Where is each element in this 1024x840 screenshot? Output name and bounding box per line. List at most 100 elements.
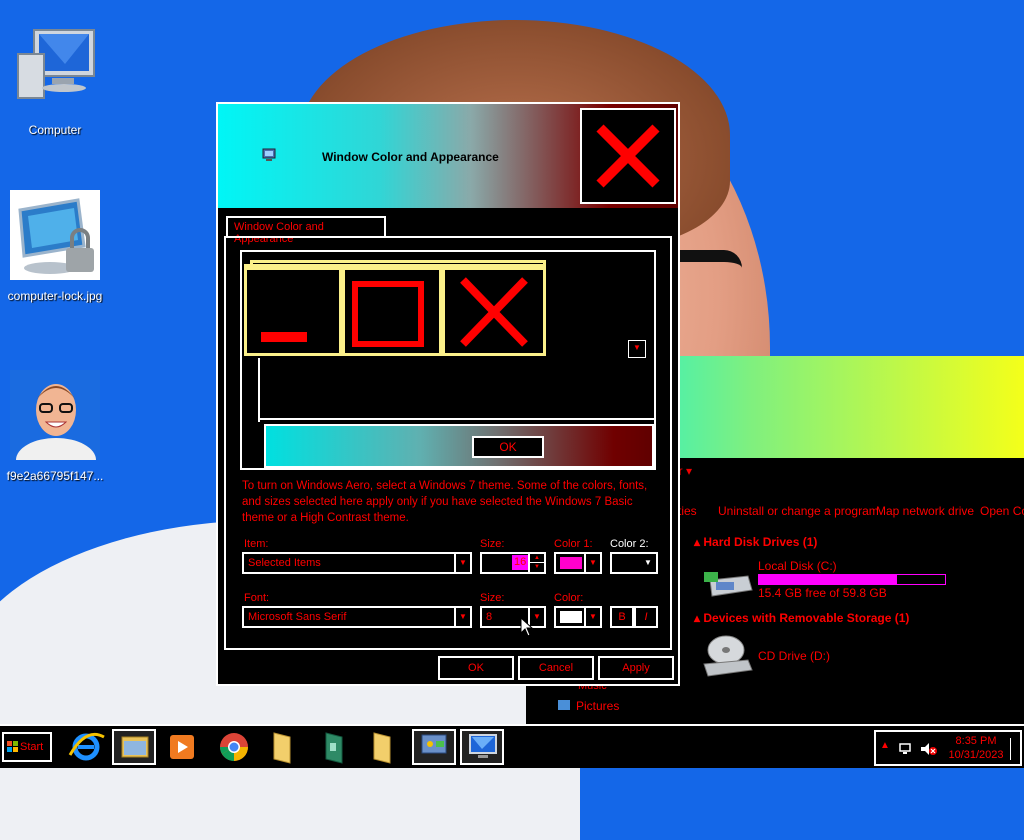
font-color-picker[interactable]: ▼ bbox=[554, 606, 602, 628]
font-color-swatch bbox=[560, 611, 582, 623]
preview-ok-button: OK bbox=[472, 436, 544, 458]
computer-icon bbox=[17, 29, 95, 99]
command-uninstall[interactable]: Uninstall or change a program bbox=[718, 504, 879, 518]
command-map-network-drive[interactable]: Map network drive bbox=[876, 504, 974, 518]
local-disk-name[interactable]: Local Disk (C:) bbox=[758, 559, 837, 573]
chevron-down-icon[interactable]: ▼ bbox=[584, 608, 600, 626]
chevron-down-icon[interactable]: ▼ bbox=[640, 554, 656, 572]
collapse-arrow-icon: ▴ bbox=[694, 611, 704, 625]
color2-label: Color 2: bbox=[610, 538, 649, 550]
desktop-icon-computer-lock[interactable]: computer-lock.jpg bbox=[0, 190, 110, 303]
item-select[interactable]: Selected Items ▼ bbox=[242, 552, 472, 574]
folder-icon bbox=[373, 732, 391, 764]
size-label: Size: bbox=[480, 538, 505, 550]
collapse-arrow-icon: ▴ bbox=[694, 535, 704, 549]
preview-minimize-button bbox=[244, 264, 342, 356]
size-value[interactable]: 16 bbox=[512, 555, 529, 570]
taskbar-internet-explorer[interactable] bbox=[64, 729, 108, 765]
chevron-down-icon[interactable]: ▼ bbox=[584, 554, 600, 572]
close-icon bbox=[596, 124, 660, 188]
folder-icon bbox=[273, 732, 291, 764]
color1-swatch bbox=[560, 557, 582, 569]
font-size-select[interactable]: 8 ▼ bbox=[480, 606, 546, 628]
font-size-label: Size: bbox=[480, 592, 505, 604]
desktop-icon-label: Computer bbox=[28, 123, 82, 137]
window-color-dialog[interactable]: Window Color and Appearance Window Color… bbox=[216, 102, 680, 686]
chrome-icon bbox=[220, 733, 248, 761]
nav-pictures[interactable]: Pictures bbox=[558, 699, 619, 713]
disk-usage-fill bbox=[759, 575, 897, 584]
dialog-titlebar[interactable]: Window Color and Appearance bbox=[218, 104, 678, 208]
desktop-icon-label: f9e2a66795f147... bbox=[6, 469, 104, 483]
size-stepper[interactable]: 16 ▲ ▼ bbox=[480, 552, 546, 574]
preview-message-titlebar: OK bbox=[264, 424, 654, 468]
spin-up-icon[interactable]: ▲ bbox=[528, 554, 544, 563]
book-icon bbox=[325, 732, 343, 764]
taskbar: Start ▲ 8:35 PM 10/31/2023 bbox=[0, 724, 1024, 768]
display-settings-icon bbox=[469, 734, 497, 758]
photo-thumbnail-icon bbox=[10, 370, 100, 482]
color1-picker[interactable]: ▼ bbox=[554, 552, 602, 574]
maximize-icon bbox=[352, 281, 424, 347]
dialog-title: Window Color and Appearance bbox=[322, 150, 499, 164]
item-label: Item: bbox=[244, 538, 269, 550]
taskbar-display-settings[interactable] bbox=[460, 729, 504, 765]
font-select[interactable]: Microsoft Sans Serif ▼ bbox=[242, 606, 472, 628]
cd-drive-icon bbox=[703, 635, 753, 677]
desktop-icon-label: computer-lock.jpg bbox=[7, 289, 103, 303]
clock[interactable]: 8:35 PM 10/31/2023 bbox=[946, 734, 1006, 762]
chevron-down-icon[interactable]: ▼ bbox=[454, 608, 470, 626]
disk-usage-bar bbox=[758, 574, 946, 585]
internet-explorer-icon bbox=[68, 732, 105, 761]
group-header-removable[interactable]: ▴ Devices with Removable Storage (1) bbox=[694, 611, 909, 625]
taskbar-chrome[interactable] bbox=[212, 729, 256, 765]
appearance-preview[interactable]: ▼ OK bbox=[240, 250, 656, 470]
command-open-control-panel[interactable]: Open Co bbox=[980, 504, 1024, 518]
windows-logo-icon bbox=[7, 741, 18, 752]
mouse-cursor-icon bbox=[520, 617, 534, 637]
clock-time: 8:35 PM bbox=[955, 735, 997, 747]
minimize-icon bbox=[261, 332, 307, 342]
show-hidden-icons-icon[interactable]: ▲ bbox=[880, 740, 890, 751]
network-icon[interactable] bbox=[898, 742, 914, 756]
taskbar-media-player[interactable] bbox=[160, 729, 204, 765]
control-panel-icon bbox=[421, 734, 447, 754]
preview-close-button bbox=[442, 264, 546, 356]
cancel-button[interactable]: Cancel bbox=[518, 656, 594, 680]
bold-toggle[interactable]: B bbox=[610, 606, 634, 628]
taskbar-file-explorer[interactable] bbox=[112, 729, 156, 765]
cd-drive-name[interactable]: CD Drive (D:) bbox=[758, 649, 830, 663]
desktop-icon-photo[interactable]: f9e2a66795f147... bbox=[0, 370, 110, 483]
media-player-icon bbox=[170, 735, 194, 759]
tab-window-color[interactable]: Window Color and Appearance bbox=[226, 216, 386, 245]
display-settings-icon bbox=[262, 148, 276, 161]
ok-button[interactable]: OK bbox=[438, 656, 514, 680]
taskbar-folder-1[interactable] bbox=[260, 729, 304, 765]
preview-message-box bbox=[258, 360, 654, 420]
start-button[interactable]: Start bbox=[2, 732, 52, 762]
show-desktop-button[interactable] bbox=[1010, 738, 1021, 760]
taskbar-folder-2[interactable] bbox=[360, 729, 404, 765]
desktop-icon-computer[interactable]: Computer bbox=[0, 24, 110, 137]
taskbar-control-panel[interactable] bbox=[412, 729, 456, 765]
taskbar-app[interactable] bbox=[312, 729, 356, 765]
preview-maximize-button bbox=[342, 264, 442, 356]
dialog-close-button[interactable] bbox=[580, 108, 676, 204]
font-label: Font: bbox=[244, 592, 270, 604]
italic-toggle[interactable]: I bbox=[634, 606, 658, 628]
system-tray: ▲ 8:35 PM 10/31/2023 bbox=[874, 730, 1022, 766]
close-icon bbox=[460, 277, 528, 347]
folder-icon bbox=[121, 736, 149, 758]
image-thumbnail-icon bbox=[10, 190, 100, 280]
color1-label: Color 1: bbox=[554, 538, 593, 550]
font-color-label: Color: bbox=[554, 592, 584, 604]
pictures-folder-icon bbox=[558, 700, 570, 710]
tab-panel: ▼ OK To turn on Windows Aero, select a W… bbox=[224, 236, 672, 650]
chevron-down-icon[interactable]: ▼ bbox=[454, 554, 470, 572]
group-header-hard-disk[interactable]: ▴ Hard Disk Drives (1) bbox=[694, 535, 817, 549]
command-properties[interactable]: ties bbox=[678, 504, 697, 518]
volume-muted-icon[interactable] bbox=[920, 742, 938, 756]
spin-down-icon[interactable]: ▼ bbox=[528, 563, 544, 572]
apply-button[interactable]: Apply bbox=[598, 656, 674, 680]
color2-picker[interactable]: ▼ bbox=[610, 552, 658, 574]
